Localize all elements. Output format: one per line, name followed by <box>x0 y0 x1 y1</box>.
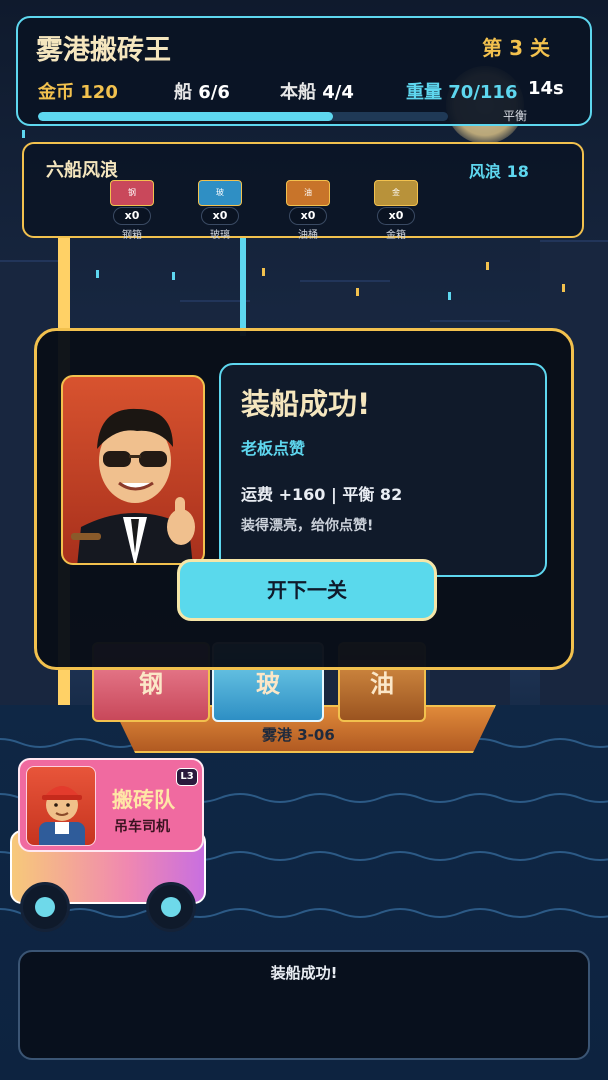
glass-crate-icon: 玻 <box>198 180 242 206</box>
result-subtitle: 老板点赞 <box>241 439 306 458</box>
weight-label: 重量 <box>406 82 442 103</box>
cargo-name: 钢箱 <box>122 230 142 241</box>
message-log: 装船成功! <box>18 950 590 1060</box>
current-ship-label: 本船 <box>280 82 316 103</box>
cargo-count: x0 <box>201 207 239 225</box>
result-stats: 运费 +160 | 平衡 82 <box>241 485 403 504</box>
light-dot <box>22 130 25 138</box>
light-dot <box>262 268 265 276</box>
light-dot <box>562 284 565 292</box>
weight-value: 70/116 <box>448 82 518 103</box>
wave-panel: 六船风浪 风浪 18 钢 x0 钢箱 玻 x0 玻璃 油 x0 油桶 金 x0 … <box>22 142 584 241</box>
wave <box>0 908 608 918</box>
light-dot <box>486 262 489 270</box>
gold-stat: 金币 120 <box>38 78 118 104</box>
ships-value: 6/6 <box>198 82 230 103</box>
gold-value: 120 <box>80 82 118 103</box>
wave-panel-title: 六船风浪 <box>46 160 118 181</box>
progress-fill <box>38 112 334 121</box>
oil-barrel-icon: 油 <box>286 180 330 206</box>
truck-wheel <box>20 882 70 932</box>
result-message-box: 装船成功! 老板点赞 运费 +160 | 平衡 82 装得漂亮，给你点赞! <box>219 363 547 577</box>
light-dot <box>356 288 359 296</box>
gold-crate-icon: 金 <box>374 180 418 206</box>
ship-name: 雾港 3-06 <box>262 726 335 744</box>
truck-wheel <box>146 882 196 932</box>
balance-label: 平衡 <box>503 109 528 123</box>
cargo-gold[interactable]: 金 x0 金箱 <box>370 180 422 241</box>
progress-bar <box>38 112 448 121</box>
current-ship-value: 4/4 <box>322 82 354 103</box>
level-indicator: 第 3 关 <box>482 36 550 60</box>
crew-avatar <box>26 766 96 846</box>
wind-level: 风浪 18 <box>469 162 529 181</box>
log-message: 装船成功! <box>270 964 338 982</box>
cargo-oil[interactable]: 油 x0 油桶 <box>282 180 334 241</box>
gold-label: 金币 <box>38 82 74 103</box>
cargo-name: 玻璃 <box>210 230 230 241</box>
weight-stat: 重量 70/116 <box>406 78 517 104</box>
success-dialog: 装船成功! 老板点赞 运费 +160 | 平衡 82 装得漂亮，给你点赞! 开下… <box>34 328 574 670</box>
cargo-glass[interactable]: 玻 x0 玻璃 <box>194 180 246 241</box>
cargo-name: 金箱 <box>386 230 406 241</box>
current-ship-stat: 本船 4/4 <box>280 78 354 104</box>
steel-crate-icon: 钢 <box>110 180 154 206</box>
cargo-count: x0 <box>377 207 415 225</box>
crew-card[interactable]: L3 搬砖队 吊车司机 <box>18 758 204 852</box>
result-title: 装船成功! <box>241 387 371 421</box>
cargo-count: x0 <box>113 207 151 225</box>
cargo-steel[interactable]: 钢 x0 钢箱 <box>106 180 158 241</box>
crew-role: 吊车司机 <box>114 819 170 835</box>
boss-portrait <box>61 375 205 565</box>
crane-cable <box>240 236 246 336</box>
ships-label: 船 <box>174 82 192 103</box>
light-dot <box>96 270 99 278</box>
next-level-button[interactable]: 开下一关 <box>177 559 437 621</box>
boss-quote: 装得漂亮，给你点赞! <box>241 518 374 534</box>
cargo-count: x0 <box>289 207 327 225</box>
game-title: 雾港搬砖王 <box>36 35 171 66</box>
cargo-name: 油桶 <box>298 230 318 241</box>
ships-stat: 船 6/6 <box>174 78 230 104</box>
crew-level-badge: L3 <box>176 768 198 786</box>
crew-name: 搬砖队 <box>112 788 175 812</box>
countdown-timer: 14s <box>528 78 564 99</box>
light-dot <box>448 292 451 300</box>
light-dot <box>172 272 175 280</box>
